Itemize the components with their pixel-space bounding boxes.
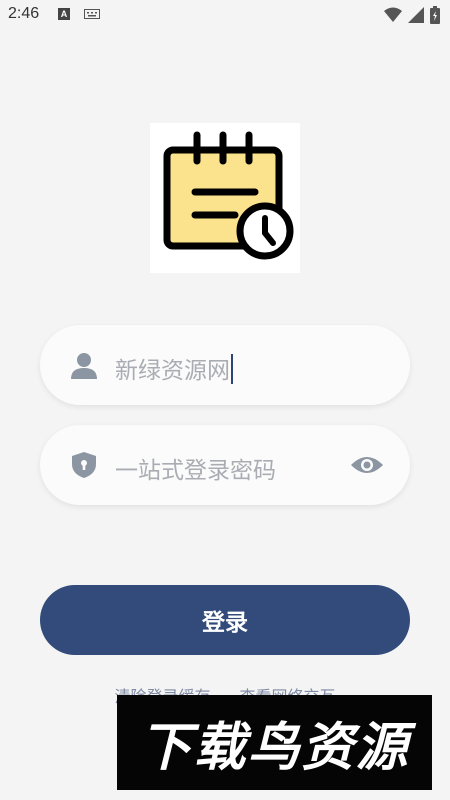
username-field[interactable]: 新绿资源网 — [40, 325, 410, 405]
username-input-value[interactable]: 新绿资源网 — [115, 358, 230, 384]
status-time: 2:46 — [8, 5, 40, 22]
login-button[interactable]: 登录 — [40, 585, 410, 655]
watermark-banner: 下载鸟资源 — [117, 695, 432, 790]
wifi-icon — [384, 7, 402, 22]
app-logo — [150, 123, 300, 273]
battery-icon — [430, 6, 440, 24]
eye-icon[interactable] — [350, 453, 384, 477]
text-cursor — [231, 354, 233, 384]
password-input-placeholder[interactable]: 一站式登录密码 — [115, 451, 276, 485]
user-icon — [71, 353, 97, 379]
signal-icon — [408, 7, 424, 23]
password-field[interactable]: 一站式登录密码 — [40, 425, 410, 505]
status-bar: 2:46 A — [0, 0, 450, 32]
keyboard-icon — [84, 9, 100, 19]
status-icons — [384, 6, 440, 24]
notification-a-icon: A — [58, 8, 70, 20]
calendar-clock-icon — [163, 131, 294, 260]
shield-icon — [72, 452, 96, 478]
